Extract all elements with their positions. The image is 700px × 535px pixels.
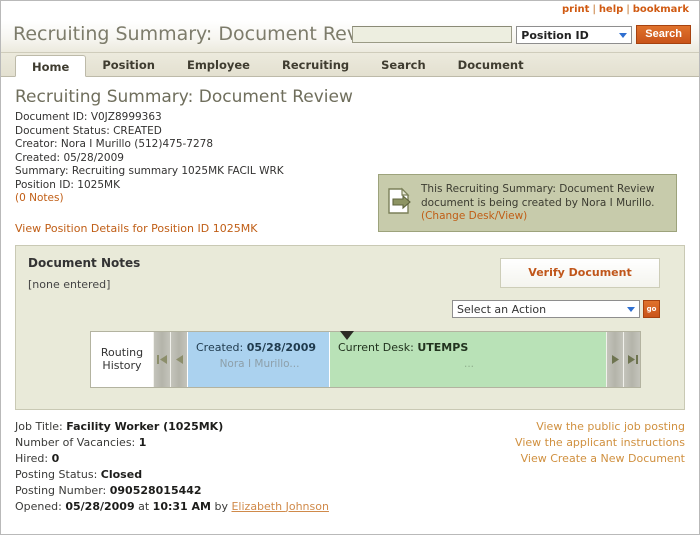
- utility-separator-2: |: [626, 4, 630, 15]
- routing-step-current-label: Current Desk:: [338, 340, 414, 354]
- job-title-label: Job Title:: [15, 419, 63, 433]
- next-page-icon[interactable]: [606, 331, 623, 387]
- meta-label: Document ID:: [15, 111, 88, 123]
- meta-value: Nora I Murillo (512)475-7278: [60, 138, 214, 150]
- search-input[interactable]: [352, 26, 513, 43]
- routing-step-created-line: Created: 05/28/2009: [196, 341, 323, 354]
- print-link[interactable]: print: [562, 4, 589, 15]
- posting-number-value: 090528015442: [109, 483, 202, 497]
- opened-row: Opened: 05/28/2009 at 10:31 AM by Elizab…: [15, 499, 687, 515]
- vacancies-value: 1: [138, 435, 147, 449]
- last-page-icon[interactable]: [623, 331, 640, 387]
- meta-value: Recruiting summary 1025MK FACIL WRK: [71, 165, 284, 177]
- tab-bar: Home Position Employee Recruiting Search…: [1, 53, 699, 77]
- meta-value: V0JZ8999363: [90, 111, 162, 123]
- routing-label-line-2: History: [102, 359, 142, 372]
- meta-label: Creator:: [15, 138, 58, 150]
- posting-status-row: Posting Status: Closed: [15, 467, 687, 483]
- view-create-new-document-link[interactable]: View Create a New Document: [515, 451, 685, 467]
- notification-line-2: document is being created by Nora I Muri…: [421, 196, 655, 209]
- routing-history: Routing History Created: 05/28/2009 Nora…: [90, 330, 641, 388]
- meta-document-id: Document ID: V0JZ8999363: [15, 111, 687, 125]
- opened-by-person-link[interactable]: Elizabeth Johnson: [231, 500, 328, 513]
- posting-status-label: Posting Status:: [15, 467, 98, 481]
- meta-label: Position ID:: [15, 178, 74, 191]
- vacancies-label: Number of Vacancies:: [15, 435, 136, 449]
- change-desk-view-link[interactable]: (Change Desk/View): [421, 210, 527, 222]
- first-page-icon[interactable]: [153, 331, 170, 387]
- masthead: Recruiting Summary: Document Review Posi…: [1, 21, 699, 53]
- meta-label: Summary:: [15, 165, 69, 177]
- select-an-action-dropdown[interactable]: Select an Action: [452, 299, 640, 318]
- routing-history-label: Routing History: [91, 331, 153, 387]
- action-row: Select an Action go: [452, 299, 660, 318]
- bookmark-link[interactable]: bookmark: [633, 4, 689, 15]
- tab-search[interactable]: Search: [365, 54, 442, 76]
- meta-value: 05/28/2009: [63, 151, 124, 164]
- current-desk-marker-icon: [340, 330, 354, 340]
- routing-step-current-sub: ...: [463, 357, 474, 370]
- view-applicant-instructions-link[interactable]: View the applicant instructions: [515, 435, 685, 451]
- document-notes-empty: [none entered]: [28, 277, 111, 291]
- posting-status-value: Closed: [100, 467, 143, 481]
- routing-step-current-value: UTEMPS: [417, 340, 469, 354]
- routing-step-created[interactable]: Created: 05/28/2009 Nora I Murillo...: [187, 331, 329, 387]
- meta-label: Created:: [15, 151, 61, 164]
- search-scope-select[interactable]: Position ID: [516, 25, 633, 44]
- opened-label: Opened:: [15, 499, 62, 513]
- search-scope-value: Position ID: [521, 28, 589, 42]
- posting-number-row: Posting Number: 090528015442: [15, 483, 687, 499]
- verify-document-button[interactable]: Verify Document: [500, 257, 660, 288]
- tab-recruiting[interactable]: Recruiting: [266, 54, 365, 76]
- notification-text: This Recruiting Summary: Document Review…: [413, 183, 654, 224]
- hired-label: Hired:: [15, 451, 49, 465]
- meta-creator: Creator: Nora I Murillo (512)475-7278: [15, 138, 687, 152]
- document-forward-icon: [387, 187, 413, 215]
- opened-by-word: by: [214, 499, 228, 513]
- go-button[interactable]: go: [643, 299, 660, 318]
- document-header: Recruiting Summary: Document Review Docu…: [1, 77, 699, 232]
- document-notes-title: Document Notes: [28, 255, 141, 270]
- tab-employee[interactable]: Employee: [171, 54, 266, 76]
- routing-step-created-value: 05/28/2009: [246, 340, 317, 354]
- utility-bar: print | help | bookmark: [1, 1, 699, 21]
- chevron-down-icon: [624, 302, 637, 316]
- routing-step-created-label: Created:: [196, 340, 244, 354]
- opened-at-word: at: [138, 499, 150, 513]
- routing-step-current-desk[interactable]: Current Desk: UTEMPS ...: [329, 330, 606, 387]
- help-link[interactable]: help: [599, 4, 624, 15]
- meta-label: Document Status:: [15, 124, 110, 137]
- utility-separator-1: |: [592, 4, 596, 15]
- job-summary-footer: Job Title: Facility Worker (1025MK) Numb…: [1, 419, 699, 515]
- view-public-job-posting-link[interactable]: View the public job posting: [515, 419, 685, 435]
- footer-links: View the public job posting View the app…: [515, 419, 685, 467]
- posting-number-label: Posting Number:: [15, 483, 107, 497]
- notification-line-1: This Recruiting Summary: Document Review: [421, 183, 655, 195]
- chevron-down-icon: [616, 28, 630, 42]
- job-title-value: Facility Worker (1025MK): [66, 419, 224, 433]
- routing-label-line-1: Routing: [100, 346, 144, 359]
- tab-home[interactable]: Home: [15, 55, 87, 77]
- hired-value: 0: [51, 451, 60, 465]
- search-button[interactable]: Search: [636, 25, 691, 44]
- previous-page-icon[interactable]: [170, 331, 187, 387]
- document-notes-panel: Document Notes [none entered] Verify Doc…: [15, 244, 685, 410]
- search-area: Position ID Search: [352, 25, 691, 44]
- routing-step-created-sub: Nora I Murillo...: [219, 357, 300, 370]
- meta-value: CREATED: [113, 124, 162, 137]
- meta-created: Created: 05/28/2009: [15, 152, 687, 166]
- tab-document[interactable]: Document: [442, 54, 540, 76]
- page-title: Recruiting Summary: Document Review: [15, 87, 353, 107]
- opened-date: 05/28/2009: [65, 499, 135, 513]
- opened-time: 10:31 AM: [152, 499, 211, 513]
- app-title: Recruiting Summary: Document Review: [13, 23, 391, 45]
- page-root: print | help | bookmark Recruiting Summary: …: [0, 0, 700, 535]
- tab-position[interactable]: Position: [86, 54, 171, 76]
- action-select-value: Select an Action: [457, 302, 547, 316]
- meta-value: 1025MK: [77, 178, 120, 191]
- notification-box: This Recruiting Summary: Document Review…: [378, 174, 677, 232]
- meta-document-status: Document Status: CREATED: [15, 125, 687, 139]
- routing-step-current-line: Current Desk: UTEMPS: [338, 341, 600, 354]
